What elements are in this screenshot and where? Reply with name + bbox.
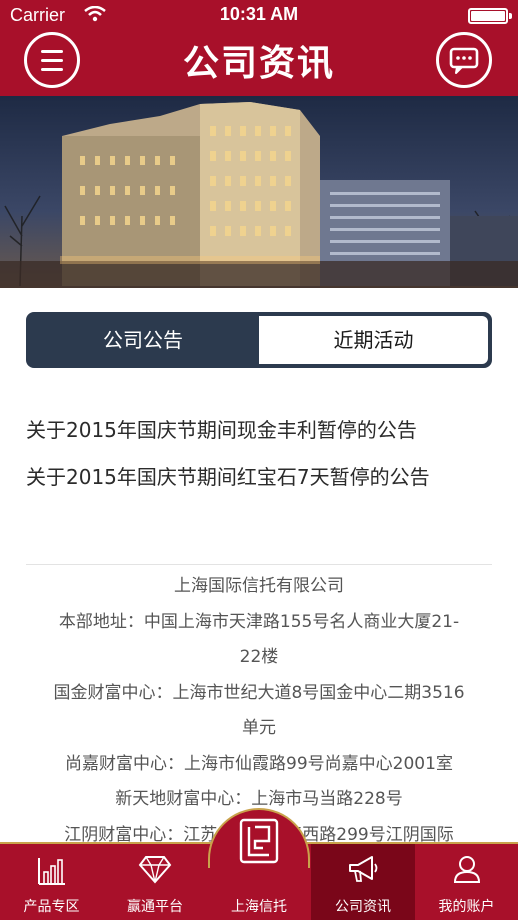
building-photo <box>0 96 518 288</box>
tabbar-item-my-account[interactable]: 我的账户 <box>415 844 518 920</box>
megaphone-icon <box>346 854 380 888</box>
banner-image[interactable] <box>0 96 518 288</box>
segment-tabs: 公司公告 近期活动 <box>26 312 492 368</box>
address-line: 22楼 <box>239 647 279 667</box>
company-name: 上海国际信托有限公司 <box>174 576 344 596</box>
address-line: 尚嘉财富中心：上海市仙霞路99号尚嘉中心2001室 <box>65 753 453 774</box>
center-emblem-button[interactable] <box>208 808 310 868</box>
battery-icon <box>468 8 512 24</box>
tabbar-label: 赢通平台 <box>127 899 183 915</box>
tab-company-notices[interactable]: 公司公告 <box>30 316 256 364</box>
bar-chart-icon <box>37 854 67 890</box>
user-icon <box>452 854 482 888</box>
app-header: Carrier 10:31 AM 公司资讯 <box>0 0 518 96</box>
tab-recent-activities[interactable]: 近期活动 <box>259 316 488 364</box>
news-item[interactable]: 关于2015年国庆节期间红宝石7天暂停的公告 <box>26 461 496 490</box>
address-line: 单元 <box>242 718 276 738</box>
status-bar: Carrier 10:31 AM <box>0 0 518 30</box>
tabbar-item-products[interactable]: 产品专区 <box>0 844 103 920</box>
tabbar-label: 我的账户 <box>438 899 495 915</box>
tabbar-item-company-news[interactable]: 公司资讯 <box>311 844 415 920</box>
chat-button[interactable] <box>436 32 492 88</box>
address-line: 本部地址：中国上海市天津路155号名人商业大厦21- <box>58 611 460 632</box>
address-line: 国金财富中心：上海市世纪大道8号国金中心二期3516 <box>53 682 465 703</box>
tabbar-label: 产品专区 <box>23 899 80 915</box>
tabbar-label: 上海信托 <box>231 899 287 915</box>
status-time: 10:31 AM <box>219 4 299 24</box>
diamond-icon <box>138 854 172 888</box>
divider <box>26 564 492 565</box>
news-item[interactable]: 关于2015年国庆节期间现金丰利暂停的公告 <box>26 414 496 443</box>
tabbar-item-platform[interactable]: 赢通平台 <box>103 844 207 920</box>
tabbar-label: 公司资讯 <box>335 899 391 915</box>
